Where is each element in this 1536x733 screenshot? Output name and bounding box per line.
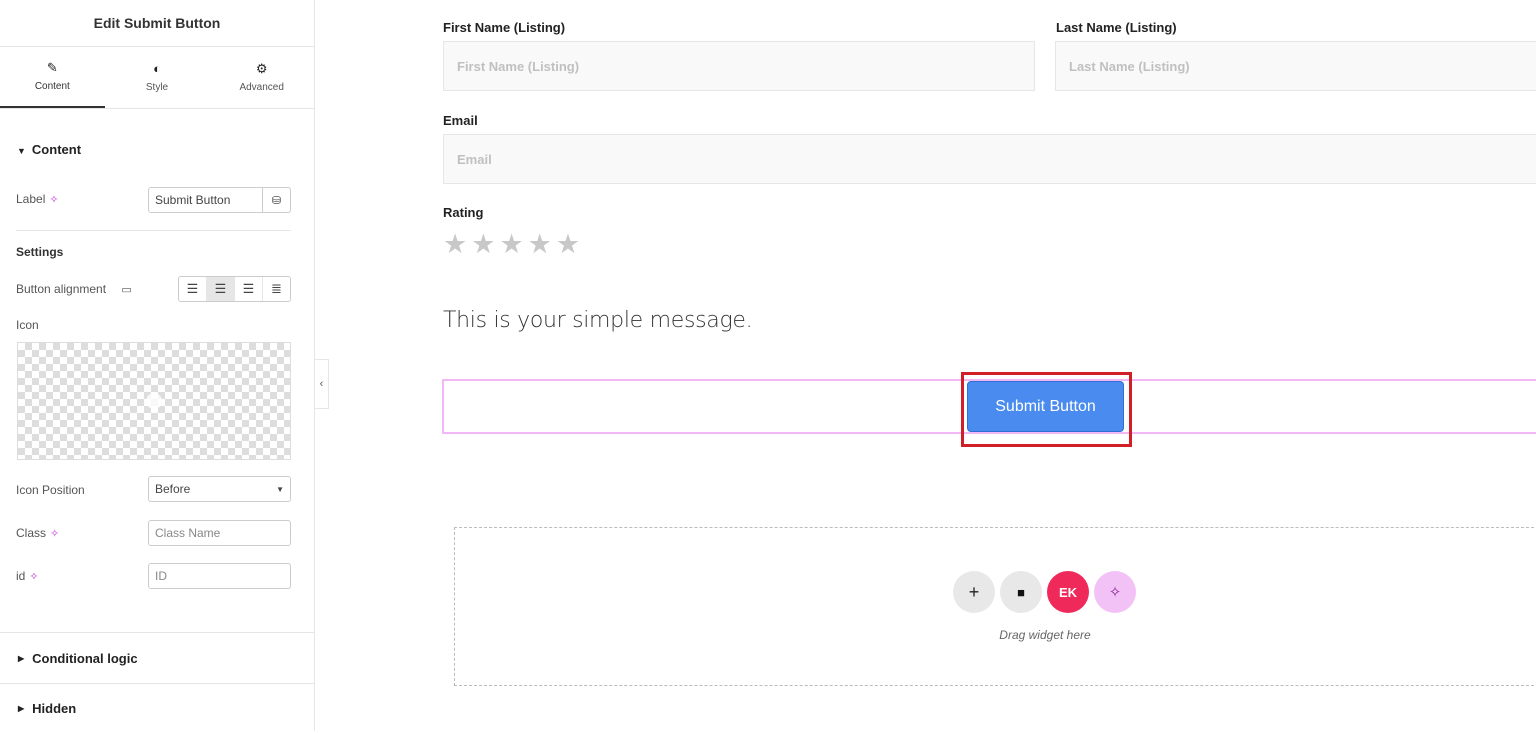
- editor-canvas: First Name (Listing) First Name (Listing…: [330, 0, 1536, 731]
- id-label: id ✧: [16, 569, 39, 583]
- class-input[interactable]: Class Name: [148, 520, 291, 546]
- tab-advanced[interactable]: ⚙ Advanced: [209, 47, 314, 108]
- drag-widget-hint: Drag widget here: [999, 628, 1091, 642]
- icon-position-select[interactable]: Before ▼: [148, 476, 291, 502]
- first-name-label: First Name (Listing): [443, 20, 566, 35]
- section-label: Content: [31, 142, 82, 157]
- star-icon[interactable]: ★: [556, 229, 580, 260]
- id-input[interactable]: ID: [148, 563, 291, 589]
- dynamic-tags-icon[interactable]: ⛁: [262, 188, 290, 212]
- template-library-button[interactable]: ■: [1000, 571, 1042, 613]
- icon-label: Icon: [16, 318, 39, 332]
- ai-button[interactable]: ✧: [1094, 571, 1136, 613]
- icon-position-value: Before: [155, 482, 191, 496]
- tab-content[interactable]: ✎ Content: [0, 47, 105, 108]
- last-name-placeholder: Last Name (Listing): [1069, 58, 1190, 74]
- alignment-buttons: ☰ ☰ ☰ ≣: [178, 276, 291, 302]
- add-section-button[interactable]: +: [953, 571, 995, 613]
- ai-sparkle-icon: ✧: [1108, 584, 1122, 601]
- ai-sparkle-icon[interactable]: ✧: [49, 194, 58, 206]
- section-label: Hidden: [32, 701, 77, 716]
- align-right-button[interactable]: ☰: [235, 277, 263, 301]
- label-input[interactable]: Submit Button ⛁: [148, 187, 291, 213]
- tab-label: Style: [145, 82, 169, 93]
- align-center-button[interactable]: ☰: [207, 277, 235, 301]
- caret-right-icon: ▶: [18, 653, 25, 663]
- star-icon[interactable]: ★: [528, 229, 552, 260]
- class-label: Class ✧: [16, 526, 59, 540]
- label-field-label: Label ✧: [16, 192, 59, 206]
- last-name-label: Last Name (Listing): [1056, 20, 1177, 35]
- class-text: Class: [16, 526, 47, 540]
- desktop-icon[interactable]: ▭: [121, 284, 131, 296]
- plus-icon: +: [968, 581, 980, 602]
- email-placeholder: Email: [457, 151, 492, 167]
- align-justify-button[interactable]: ≣: [263, 277, 290, 301]
- gear-icon: ⚙: [255, 61, 268, 76]
- label-text: Label: [16, 192, 46, 206]
- align-left-button[interactable]: ☰: [179, 277, 207, 301]
- elementskit-icon: EK: [1058, 584, 1078, 600]
- collapse-panel-button[interactable]: ‹: [315, 359, 329, 409]
- id-text: id: [16, 569, 26, 583]
- icon-position-label: Icon Position: [16, 483, 85, 497]
- star-icon[interactable]: ★: [443, 229, 467, 260]
- alignment-text: Button alignment: [16, 282, 107, 296]
- caret-down-icon: ▼: [17, 146, 26, 156]
- email-input[interactable]: Email: [443, 134, 1536, 184]
- panel-title: Edit Submit Button: [0, 0, 314, 47]
- caret-right-icon: ▶: [18, 704, 25, 713]
- star-icon[interactable]: ★: [471, 229, 495, 260]
- icon-picker[interactable]: [17, 342, 291, 460]
- ai-sparkle-icon[interactable]: ✧: [29, 571, 38, 583]
- section-label: Conditional logic: [32, 650, 138, 666]
- pencil-icon: ✎: [46, 60, 58, 75]
- first-name-placeholder: First Name (Listing): [457, 58, 580, 74]
- first-name-input[interactable]: First Name (Listing): [443, 41, 1035, 91]
- settings-heading: Settings: [16, 245, 64, 259]
- widget-dropzone[interactable]: [454, 527, 1536, 686]
- caret-down-icon: ▼: [276, 484, 284, 494]
- star-icon[interactable]: ★: [499, 229, 523, 260]
- tab-label: Advanced: [239, 82, 284, 93]
- section-conditional-logic[interactable]: ▶ Conditional logic: [0, 632, 315, 683]
- submit-button[interactable]: Submit Button: [967, 381, 1124, 432]
- section-hidden[interactable]: ▶ Hidden: [0, 683, 315, 733]
- class-placeholder: Class Name: [155, 526, 221, 540]
- button-alignment-label: Button alignment ▭: [16, 282, 132, 296]
- panel-tabs: ✎ Content ◐ Style ⚙ Advanced: [0, 47, 314, 109]
- add-icon[interactable]: [146, 393, 162, 409]
- email-label: Email: [443, 113, 478, 128]
- tab-label: Content: [34, 81, 70, 92]
- rating-stars: ★ ★ ★ ★ ★: [443, 229, 580, 260]
- contrast-icon: ◐: [153, 61, 161, 76]
- ai-sparkle-icon[interactable]: ✧: [50, 528, 59, 540]
- tab-style[interactable]: ◐ Style: [105, 47, 210, 108]
- rating-label: Rating: [443, 205, 484, 220]
- label-value: Submit Button: [155, 193, 231, 207]
- last-name-input[interactable]: Last Name (Listing): [1055, 41, 1536, 91]
- section-content-toggle[interactable]: ▼ Content: [17, 142, 81, 157]
- elementskit-button[interactable]: EK: [1047, 571, 1089, 613]
- folder-icon: ■: [1017, 584, 1025, 600]
- editor-panel: Edit Submit Button ✎ Content ◐ Style ⚙ A…: [0, 0, 315, 731]
- id-placeholder: ID: [155, 569, 167, 583]
- simple-message: This is your simple message.: [443, 308, 753, 333]
- divider: [16, 230, 291, 231]
